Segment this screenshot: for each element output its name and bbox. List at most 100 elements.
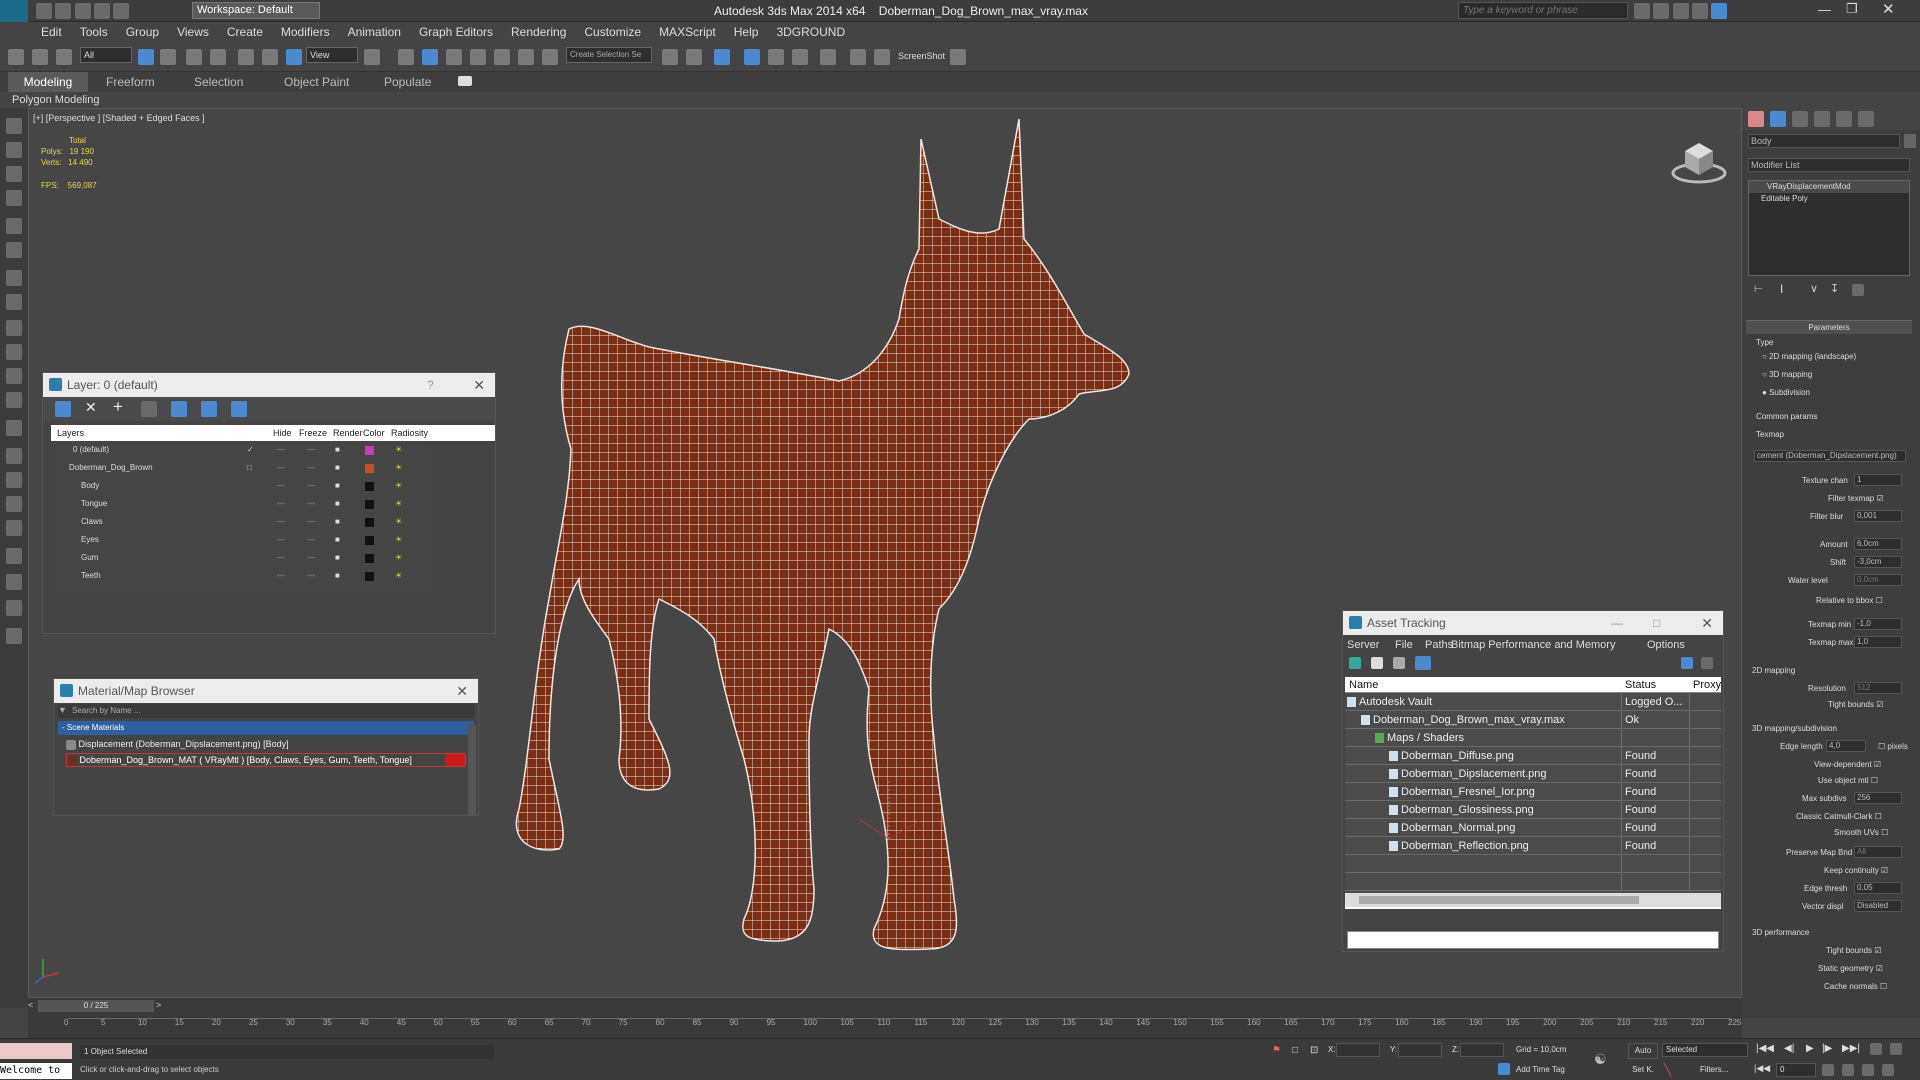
doberman-dog-model[interactable] xyxy=(509,119,1229,998)
material-browser-header[interactable]: Material/Map Browser ✕ xyxy=(54,679,478,703)
torus-icon[interactable] xyxy=(6,368,22,384)
asset-menu-server[interactable]: Server xyxy=(1347,635,1379,655)
new-file-icon[interactable] xyxy=(36,3,52,19)
helper-icon[interactable] xyxy=(6,472,22,488)
use-object-mtl-checkbox[interactable]: Use object mtl ☐ xyxy=(1818,776,1878,785)
menu-3dground[interactable]: 3DGROUND xyxy=(767,22,854,42)
key-filter-selected-dropdown[interactable]: Selected xyxy=(1662,1043,1748,1057)
minimize-button[interactable]: — xyxy=(1818,2,1831,17)
select-layer-icon[interactable] xyxy=(55,401,71,417)
tab-populate[interactable]: Populate xyxy=(384,72,431,92)
add-layer-icon[interactable]: + xyxy=(113,397,123,417)
edge-length-spinner[interactable]: 4,0 xyxy=(1826,740,1866,752)
align-icon[interactable] xyxy=(686,49,702,65)
tab-modeling[interactable]: Modeling xyxy=(8,72,88,92)
utilities-icon[interactable] xyxy=(6,242,22,258)
time-tag-icon[interactable] xyxy=(1498,1063,1510,1075)
redo-icon[interactable] xyxy=(113,3,130,19)
move-pivot-icon[interactable] xyxy=(398,49,414,65)
polygon-modeling-label[interactable]: Polygon Modeling xyxy=(12,92,99,108)
favorite-icon[interactable] xyxy=(1692,3,1709,19)
next-frame-icon[interactable]: |▶ xyxy=(1822,1043,1832,1054)
cache-normals-checkbox[interactable]: Cache normals ☐ xyxy=(1824,982,1887,991)
filter-texmap-checkbox[interactable]: Filter texmap ☑ xyxy=(1828,494,1884,503)
hierarchy-icon[interactable] xyxy=(6,166,22,182)
asset-row[interactable] xyxy=(1345,855,1721,873)
hide-toggle[interactable]: — xyxy=(277,513,285,531)
menu-maxscript[interactable]: MAXScript xyxy=(650,22,725,42)
ribbon-options-icon[interactable] xyxy=(458,76,472,86)
add-to-layer-icon[interactable] xyxy=(141,401,157,417)
object-color-swatch[interactable] xyxy=(1904,134,1916,148)
viewport-label[interactable]: [+] [Perspective ] [Shaded + Edged Faces… xyxy=(33,113,205,123)
material-item-dog-mat[interactable]: Doberman_Dog_Brown_MAT ( VRayMtl ) [Body… xyxy=(66,753,466,767)
radiosity-icon[interactable]: ☀ xyxy=(395,513,402,531)
layer-color-swatch[interactable] xyxy=(365,464,374,473)
asset-row[interactable]: Autodesk Vault Logged O... xyxy=(1345,693,1721,711)
timeline[interactable]: 0 / 225 < > 0 5 10 15 20 25 30 35 40 45 50 55 60 65 70… xyxy=(28,998,1742,1038)
radiosity-icon[interactable]: ☀ xyxy=(395,495,402,513)
open-file-icon[interactable] xyxy=(55,3,72,19)
camera-icon[interactable] xyxy=(950,49,966,65)
paint-icon[interactable] xyxy=(6,548,22,564)
cylinder-icon[interactable] xyxy=(6,344,22,360)
z-coord-field[interactable] xyxy=(1460,1043,1504,1057)
smooth-uvs-checkbox[interactable]: Smooth UVs ☐ xyxy=(1834,828,1888,837)
asset-row[interactable]: Doberman_Diffuse.png Found xyxy=(1345,747,1721,765)
make-unique-icon[interactable]: ∨ xyxy=(1810,282,1818,295)
maxscript-input[interactable]: Welcome to xyxy=(0,1063,72,1079)
freeze-toggle[interactable]: — xyxy=(307,459,315,477)
ref-coord-dropdown[interactable]: View xyxy=(306,47,358,63)
render-teapot-icon[interactable]: ■ xyxy=(335,567,340,585)
tab-freeform[interactable]: Freeform xyxy=(106,72,155,92)
menu-rendering[interactable]: Rendering xyxy=(502,22,575,42)
tab-selection[interactable]: Selection xyxy=(194,72,243,92)
absolute-mode-icon[interactable]: ⊡ xyxy=(1310,1045,1318,1056)
asset-row[interactable] xyxy=(1345,873,1721,891)
hierarchy-tab-icon[interactable] xyxy=(1792,111,1808,127)
hide-toggle[interactable]: — xyxy=(277,459,285,477)
shape-icon[interactable] xyxy=(6,448,22,464)
freeze-toggle[interactable]: — xyxy=(307,567,315,585)
layer-help-button[interactable]: ? xyxy=(427,373,434,397)
render-teapot-icon[interactable]: ■ xyxy=(335,477,340,495)
menu-edit[interactable]: Edit xyxy=(32,22,71,42)
keep-continuity-checkbox[interactable]: Keep continuity ☑ xyxy=(1824,866,1888,875)
modify-icon[interactable] xyxy=(6,142,22,158)
tools-icon[interactable] xyxy=(1653,3,1670,19)
add-time-tag-button[interactable]: Add Time Tag xyxy=(1516,1065,1565,1074)
asset-menu-options[interactable]: Options xyxy=(1647,635,1685,655)
play-icon[interactable]: ▶ xyxy=(1806,1043,1814,1054)
schematic-view-icon[interactable] xyxy=(792,49,808,65)
modify-tab-icon[interactable] xyxy=(1770,111,1786,127)
star-icon[interactable] xyxy=(1672,3,1689,19)
utilities-tab-icon[interactable] xyxy=(1858,111,1874,127)
help-search-input[interactable] xyxy=(1458,2,1628,19)
field-of-view-icon[interactable] xyxy=(1822,1064,1834,1076)
space-warp-icon[interactable] xyxy=(6,496,22,512)
lock-selection-icon[interactable]: ⚑ xyxy=(1272,1045,1281,1056)
freeze-toggle[interactable]: — xyxy=(307,531,315,549)
asset-row[interactable]: Maps / Shaders xyxy=(1345,729,1721,747)
material-search-input[interactable]: Search by Name ... xyxy=(72,706,140,715)
menu-graph-editors[interactable]: Graph Editors xyxy=(410,22,502,42)
active-layer-icon[interactable]: ✓ xyxy=(247,441,254,459)
radio-3d-mapping[interactable]: ○ 3D mapping xyxy=(1762,370,1812,379)
maximize-viewport-icon[interactable] xyxy=(1882,1064,1894,1076)
asset-row[interactable]: Doberman_Dipslacement.png Found xyxy=(1345,765,1721,783)
move-icon[interactable] xyxy=(238,49,254,65)
snaps-toggle-icon[interactable] xyxy=(470,49,486,65)
display-tab-icon[interactable] xyxy=(1836,111,1852,127)
cone-icon[interactable] xyxy=(6,392,22,408)
asset-path-field[interactable] xyxy=(1347,931,1719,949)
file-icon[interactable] xyxy=(1371,657,1383,669)
material-scrollbar[interactable] xyxy=(468,725,476,815)
layer-row[interactable]: Teeth — — ■ ☀ xyxy=(51,567,425,585)
timeline-prev-icon[interactable]: < xyxy=(28,1000,33,1010)
render-teapot-icon[interactable]: ■ xyxy=(335,459,340,477)
layer-row[interactable]: Eyes — — ■ ☀ xyxy=(51,531,425,549)
freeze-toggle[interactable]: — xyxy=(307,477,315,495)
stack-item-editable-poly[interactable]: Editable Poly xyxy=(1749,193,1909,205)
zoom-icon[interactable] xyxy=(1870,1043,1882,1055)
material-browser-close-icon[interactable]: ✕ xyxy=(456,679,468,703)
